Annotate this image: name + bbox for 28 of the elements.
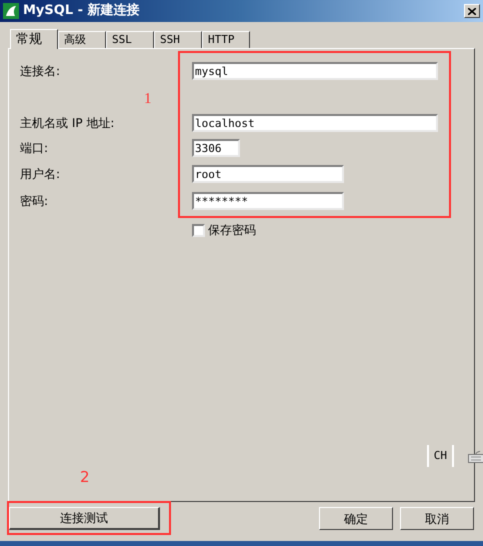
window-title: MySQL - 新建连接 [23, 2, 141, 20]
field-label: 主机名或 IP 地址: [20, 115, 116, 132]
keyboard-icon[interactable] [468, 451, 483, 463]
input-field[interactable]: root [192, 165, 344, 183]
input-field[interactable]: 3306 [192, 139, 240, 157]
annotation-number: 2 [80, 467, 90, 488]
tab[interactable]: HTTP [202, 31, 250, 48]
input-field[interactable]: localhost [192, 114, 438, 132]
field-label: 用户名: [20, 166, 62, 183]
field-label: 密码: [20, 193, 50, 210]
field-label: 端口: [20, 140, 50, 157]
input-field[interactable]: mysql [192, 62, 438, 80]
close-icon [468, 8, 476, 14]
test-connection-button[interactable]: 连接测试 [9, 507, 160, 530]
cancel-button[interactable]: 取消 [400, 507, 474, 530]
tab[interactable]: 高级 [58, 31, 106, 48]
ok-button[interactable]: 确定 [319, 507, 393, 530]
field-label: 连接名: [20, 63, 62, 80]
tab[interactable]: SSH [154, 31, 202, 48]
checkbox[interactable] [192, 224, 205, 236]
annotation-number: 1 [144, 90, 152, 109]
close-button[interactable] [464, 4, 480, 18]
checkbox-label: 保存密码 [208, 222, 256, 239]
tab[interactable]: 常规 [10, 29, 58, 49]
tab[interactable]: SSL [106, 31, 154, 48]
input-field[interactable]: ******** [192, 192, 344, 210]
dolphin-icon [3, 3, 19, 19]
ime-indicator[interactable]: CH [426, 445, 454, 467]
